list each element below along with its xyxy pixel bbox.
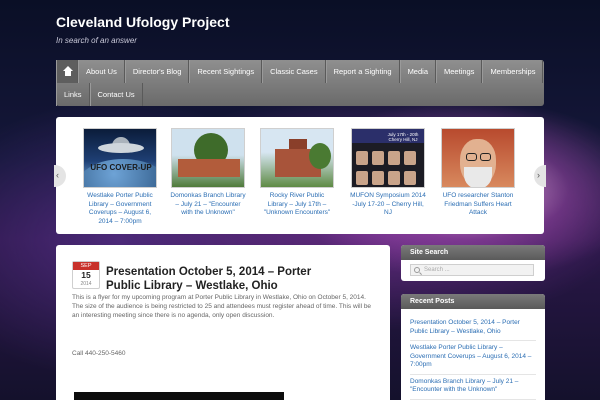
- widget-title: Recent Posts: [401, 294, 545, 309]
- nav-row-primary: About Us Director's Blog Recent Sighting…: [56, 60, 544, 83]
- nav-report-sighting[interactable]: Report a Sighting: [325, 60, 400, 83]
- slide-image-ufo-coverup[interactable]: UFO COVER-UP: [83, 128, 157, 188]
- slide-image-portrait[interactable]: [441, 128, 515, 188]
- chevron-right-icon: ›: [537, 170, 540, 180]
- date-badge: SEP 15 2014: [72, 261, 100, 289]
- slide-item[interactable]: Rocky River Public Library – July 17th –…: [259, 128, 335, 218]
- search-widget: Site Search Search ...: [401, 245, 545, 281]
- nav-memberships[interactable]: Memberships: [482, 60, 544, 83]
- home-icon: [63, 66, 73, 76]
- post-phone: Call 440-250-5460: [72, 350, 126, 357]
- slide-caption[interactable]: Rocky River Public Library – July 17th –…: [259, 192, 335, 218]
- site-title[interactable]: Cleveland Ufology Project: [56, 14, 229, 30]
- post-article: SEP 15 2014 Presentation October 5, 2014…: [56, 245, 390, 400]
- recent-post-link[interactable]: Domonkas Branch Library – July 21 – "Enc…: [410, 375, 536, 400]
- slide-image-library[interactable]: [260, 128, 334, 188]
- nav-links[interactable]: Links: [56, 83, 90, 106]
- search-input[interactable]: Search ...: [410, 264, 534, 276]
- recent-post-link[interactable]: Presentation October 5, 2014 – Porter Pu…: [410, 316, 536, 341]
- recent-posts-list: Presentation October 5, 2014 – Porter Pu…: [401, 309, 545, 400]
- recent-post-link[interactable]: Westlake Porter Public Library – Governm…: [410, 341, 536, 375]
- chevron-left-icon: ‹: [56, 170, 59, 180]
- nav-contact-us[interactable]: Contact Us: [89, 83, 143, 106]
- slide-image-mufon[interactable]: July 17th - 20th Cherry Hill, NJ: [351, 128, 425, 188]
- slide-item[interactable]: UFO COVER-UP Westlake Porter Public Libr…: [82, 128, 158, 226]
- slide-caption[interactable]: Westlake Porter Public Library – Governm…: [82, 192, 158, 226]
- date-month: SEP: [73, 262, 99, 270]
- nav-media[interactable]: Media: [399, 60, 436, 83]
- site-tagline: In search of an answer: [56, 36, 137, 45]
- nav-recent-sightings[interactable]: Recent Sightings: [189, 60, 263, 83]
- slide-item[interactable]: Domonkas Branch Library – July 21 – "Enc…: [170, 128, 246, 218]
- date-year: 2014: [80, 281, 92, 287]
- slide-image-library[interactable]: [171, 128, 245, 188]
- post-body: This is a flyer for my upcoming program …: [72, 294, 372, 319]
- slide-image-text: UFO COVER-UP: [90, 163, 152, 172]
- slide-caption[interactable]: UFO researcher Stanton Friedman Suffers …: [440, 192, 516, 218]
- slide-item[interactable]: UFO researcher Stanton Friedman Suffers …: [440, 128, 516, 218]
- post-title[interactable]: Presentation October 5, 2014 – Porter Pu…: [106, 265, 346, 293]
- nav-about-us[interactable]: About Us: [78, 60, 125, 83]
- slide-caption[interactable]: Domonkas Branch Library – July 21 – "Enc…: [170, 192, 246, 218]
- widget-title: Site Search: [401, 245, 545, 260]
- search-placeholder: Search ...: [424, 267, 450, 273]
- post-flyer-image: [74, 392, 284, 400]
- slide-caption[interactable]: MUFON Symposium 2014 -July 17-20 – Cherr…: [350, 192, 426, 218]
- featured-slider: UFO COVER-UP Westlake Porter Public Libr…: [56, 117, 544, 234]
- slide-image-text: July 17th - 20th Cherry Hill, NJ: [387, 132, 419, 142]
- nav-row-secondary: Links Contact Us: [56, 83, 143, 106]
- date-day: 15: [81, 270, 91, 280]
- search-icon: [414, 267, 420, 273]
- nav-meetings[interactable]: Meetings: [436, 60, 483, 83]
- slide-item[interactable]: July 17th - 20th Cherry Hill, NJ MUFON S…: [350, 128, 426, 218]
- recent-posts-widget: Recent Posts Presentation October 5, 201…: [401, 294, 545, 400]
- nav-classic-cases[interactable]: Classic Cases: [262, 60, 326, 83]
- nav-directors-blog[interactable]: Director's Blog: [124, 60, 190, 83]
- main-navigation: About Us Director's Blog Recent Sighting…: [56, 60, 544, 106]
- nav-home[interactable]: [56, 60, 78, 83]
